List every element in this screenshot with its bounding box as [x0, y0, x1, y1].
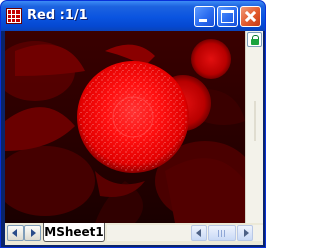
matrix-window-icon[interactable] [6, 8, 22, 24]
horizontal-scrollbar[interactable] [107, 225, 263, 241]
arrow-left-icon [12, 229, 17, 237]
sheet-tab[interactable]: MSheet1 [43, 223, 105, 242]
title-bar[interactable]: Red :1/1 [1, 1, 265, 31]
maximize-button[interactable] [217, 6, 238, 27]
scroll-left-button[interactable] [191, 225, 207, 241]
window-title: Red :1/1 [27, 8, 88, 23]
close-icon [241, 7, 260, 26]
next-sheet-button[interactable] [24, 225, 41, 241]
window-client: MSheet1 [5, 31, 263, 245]
minimize-icon [199, 19, 207, 22]
scroll-right-button[interactable] [237, 225, 253, 241]
arrow-right-icon [31, 229, 36, 237]
lock-icon[interactable] [247, 32, 262, 47]
previous-sheet-button[interactable] [7, 225, 24, 241]
arrow-left-icon [196, 229, 201, 237]
close-button[interactable] [240, 6, 261, 27]
minimize-button[interactable] [194, 6, 215, 27]
maximize-icon [221, 10, 234, 23]
image-canvas[interactable] [5, 31, 245, 223]
horizontal-scroll-thumb[interactable] [208, 225, 236, 241]
sheet-bar: MSheet1 [5, 223, 263, 245]
vertical-scroll-track[interactable] [254, 101, 256, 141]
image-window: Red :1/1 MSheet1 [0, 0, 266, 248]
arrow-right-icon [244, 229, 249, 237]
vertical-scrollbar[interactable] [245, 31, 263, 223]
red-channel-image [5, 31, 245, 223]
grip-icon [218, 230, 227, 237]
